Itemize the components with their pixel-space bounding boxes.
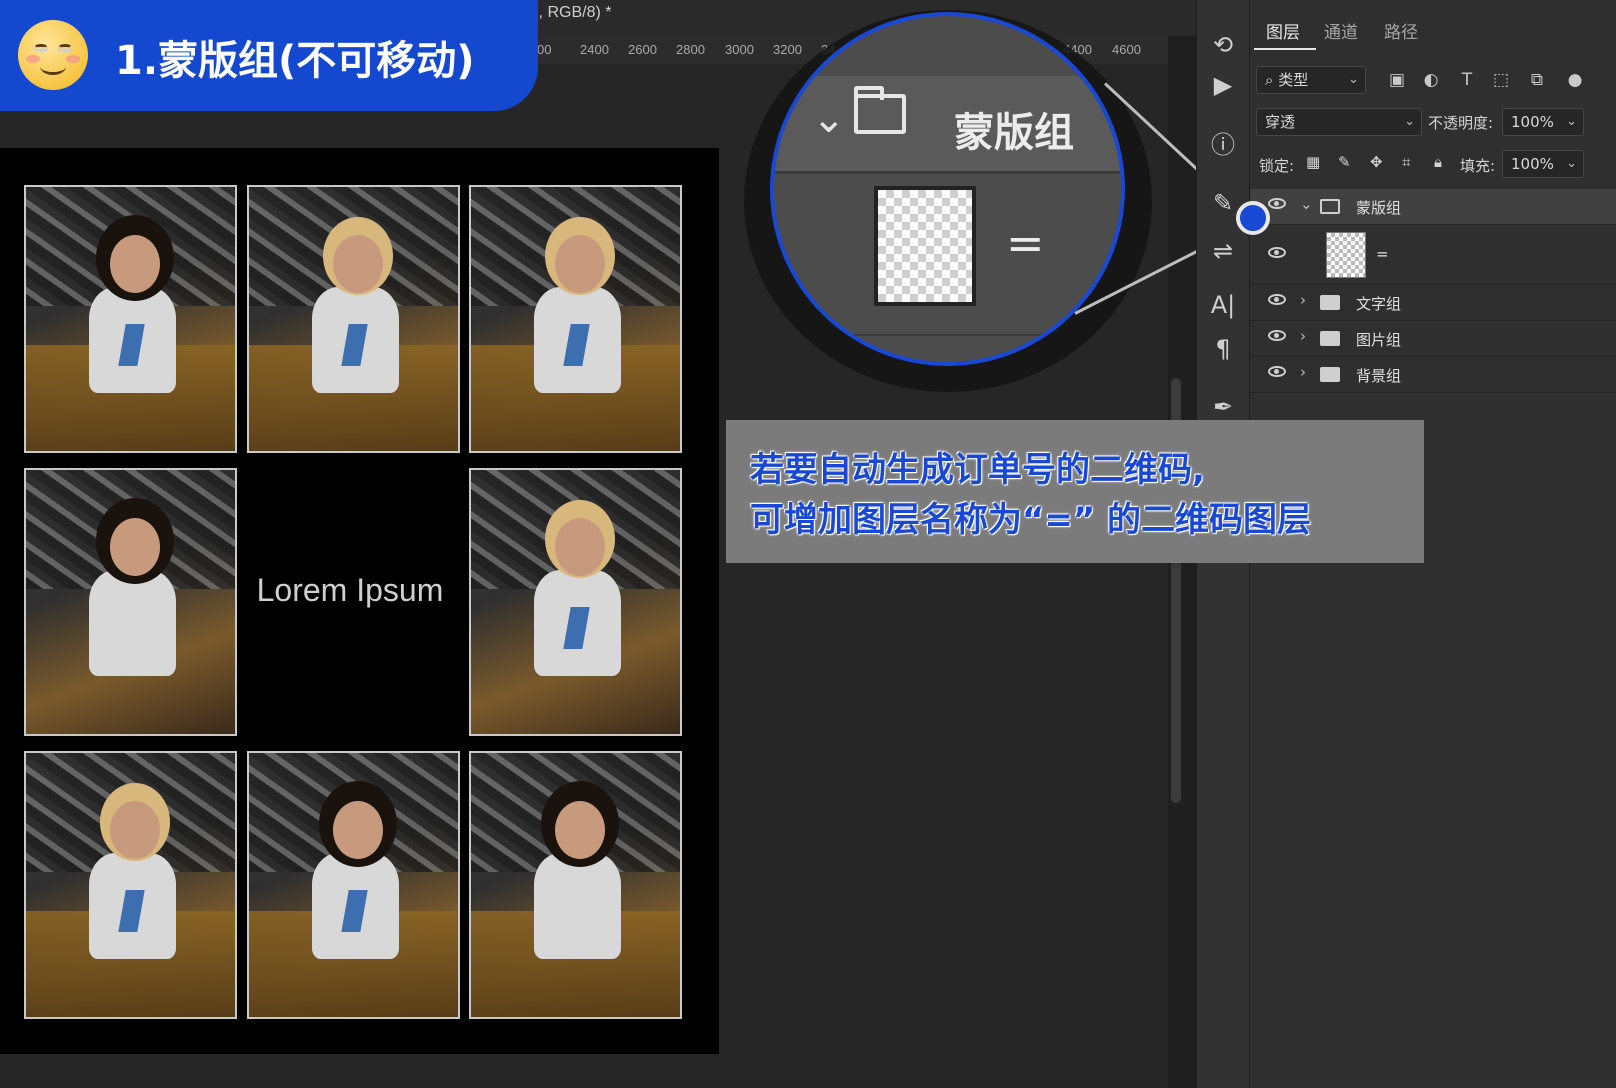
collage-photo — [469, 468, 682, 736]
chevron-down-icon[interactable]: ⌄ — [1300, 195, 1313, 213]
collage-photo — [247, 751, 460, 1019]
image-filter-icon[interactable]: ▣ — [1386, 70, 1408, 92]
layer-row-image-group[interactable]: › 图片组 — [1250, 321, 1616, 357]
folder-icon — [854, 86, 906, 134]
paragraph-icon[interactable]: ¶ — [1208, 334, 1238, 364]
eye-icon[interactable] — [1268, 198, 1286, 209]
lock-brush-icon[interactable]: ✎ — [1338, 153, 1351, 171]
character-icon[interactable]: A| — [1208, 290, 1238, 320]
chevron-down-icon: ⌄ — [812, 96, 846, 142]
ruler-tick: 2400 — [580, 42, 609, 57]
chevron-right-icon[interactable]: › — [1300, 327, 1306, 345]
magnifier-callout: ⌄ 蒙版组 = — [770, 12, 1125, 366]
layer-name: = — [1376, 245, 1389, 263]
annotation-line-1: 若要自动生成订单号的二维码, — [750, 450, 1205, 490]
ruler-tick: 00 — [537, 42, 552, 57]
folder-icon — [1320, 199, 1340, 214]
blend-mode-value: 穿透 — [1265, 113, 1296, 131]
search-icon: ⌕ — [1265, 71, 1274, 89]
collage-photo — [469, 751, 682, 1019]
collage-photo — [24, 751, 237, 1019]
chevron-down-icon: ⌄ — [1566, 156, 1577, 171]
tab-channels[interactable]: 通道 — [1324, 18, 1358, 43]
layer-row-text-group[interactable]: › 文字组 — [1250, 285, 1616, 321]
eye-icon[interactable] — [1268, 366, 1286, 377]
layer-name: 图片组 — [1356, 331, 1402, 349]
chevron-down-icon: ⌄ — [1348, 72, 1359, 87]
fill-label: 填充: — [1460, 157, 1496, 175]
magnified-layer-thumbnail — [874, 186, 976, 306]
banner-title: 1.蒙版组(不可移动) — [115, 38, 475, 84]
blend-mode-select[interactable]: 穿透 ⌄ — [1256, 108, 1422, 136]
filter-kind-value: 类型 — [1278, 71, 1309, 89]
collage-photo — [469, 185, 682, 453]
folder-icon — [1320, 295, 1340, 310]
layer-name: 蒙版组 — [1356, 199, 1402, 217]
lock-artboard-icon[interactable]: ⌗ — [1402, 153, 1410, 171]
opacity-label: 不透明度: — [1428, 114, 1494, 132]
active-tab-indicator — [1254, 48, 1316, 50]
fill-value: 100% — [1511, 155, 1554, 173]
smart-object-filter-icon[interactable]: ⧉ — [1526, 70, 1548, 92]
eye-icon[interactable] — [1268, 294, 1286, 305]
ruler-tick: 3200 — [773, 42, 802, 57]
magnified-divider — [774, 334, 1121, 336]
eye-icon[interactable] — [1268, 330, 1286, 341]
layer-row-qr[interactable]: = — [1250, 225, 1616, 285]
callout-anchor-dot — [1236, 201, 1270, 235]
annotation-note: 若要自动生成订单号的二维码, 可增加图层名称为“=” 的二维码图层 — [726, 420, 1424, 563]
filter-kind-select[interactable]: ⌕ 类型 ⌄ — [1256, 66, 1366, 94]
layer-row-background-group[interactable]: › 背景组 — [1250, 357, 1616, 393]
pen-icon[interactable]: ✒ — [1208, 392, 1238, 422]
layer-row-mask-group[interactable]: ⌄ 蒙版组 — [1250, 189, 1616, 225]
layer-name: 背景组 — [1356, 367, 1402, 385]
ruler-tick: 3000 — [725, 42, 754, 57]
tab-layers[interactable]: 图层 — [1266, 18, 1300, 43]
chevron-down-icon: ⌄ — [1404, 114, 1415, 129]
info-icon[interactable]: ⓘ — [1208, 130, 1238, 160]
document-tab[interactable]: l, RGB/8) * — [535, 0, 611, 28]
eye-icon[interactable] — [1268, 247, 1286, 258]
type-filter-icon[interactable]: T — [1456, 70, 1478, 92]
collage-photo — [24, 185, 237, 453]
ruler-tick: 2600 — [628, 42, 657, 57]
magnified-group-row: ⌄ 蒙版组 — [774, 76, 1121, 174]
magnified-group-label: 蒙版组 — [954, 110, 1074, 156]
opacity-field[interactable]: 100% ⌄ — [1502, 108, 1584, 136]
lock-move-icon[interactable]: ✥ — [1370, 153, 1383, 171]
adjustment-filter-icon[interactable]: ◐ — [1420, 70, 1442, 92]
collage-photo — [247, 185, 460, 453]
folder-icon — [1320, 331, 1340, 346]
toggle-filter-icon[interactable]: ● — [1564, 70, 1586, 92]
chevron-right-icon[interactable]: › — [1300, 363, 1306, 381]
annotation-line-2: 可增加图层名称为“=” 的二维码图层 — [750, 500, 1312, 540]
shape-filter-icon[interactable]: ⬚ — [1490, 70, 1512, 92]
chevron-right-icon[interactable]: › — [1300, 291, 1306, 309]
smiley-icon — [18, 20, 88, 90]
collage-photo — [24, 468, 237, 736]
chevron-down-icon: ⌄ — [1566, 114, 1577, 129]
canvas-center-text: Lorem Ipsum — [256, 572, 444, 608]
history-icon[interactable]: ⟲ — [1208, 30, 1238, 60]
lock-transparent-icon[interactable]: ▦ — [1306, 153, 1320, 171]
tab-paths[interactable]: 路径 — [1384, 18, 1418, 43]
magnified-layer-label: = — [1006, 216, 1045, 270]
lock-all-icon[interactable]: 🔒︎ — [1434, 153, 1442, 171]
lock-label: 锁定: — [1259, 157, 1295, 175]
fill-field[interactable]: 100% ⌄ — [1502, 150, 1584, 178]
adjust-icon[interactable]: ⇌ — [1208, 236, 1238, 266]
folder-icon — [1320, 367, 1340, 382]
ruler-tick: 2800 — [676, 42, 705, 57]
opacity-value: 100% — [1511, 113, 1554, 131]
brush-settings-icon[interactable]: ✎ — [1208, 188, 1238, 218]
layer-name: 文字组 — [1356, 295, 1402, 313]
actions-play-icon[interactable]: ▶ — [1208, 70, 1238, 100]
layer-thumbnail — [1326, 232, 1366, 278]
ruler-tick: 4600 — [1112, 42, 1141, 57]
